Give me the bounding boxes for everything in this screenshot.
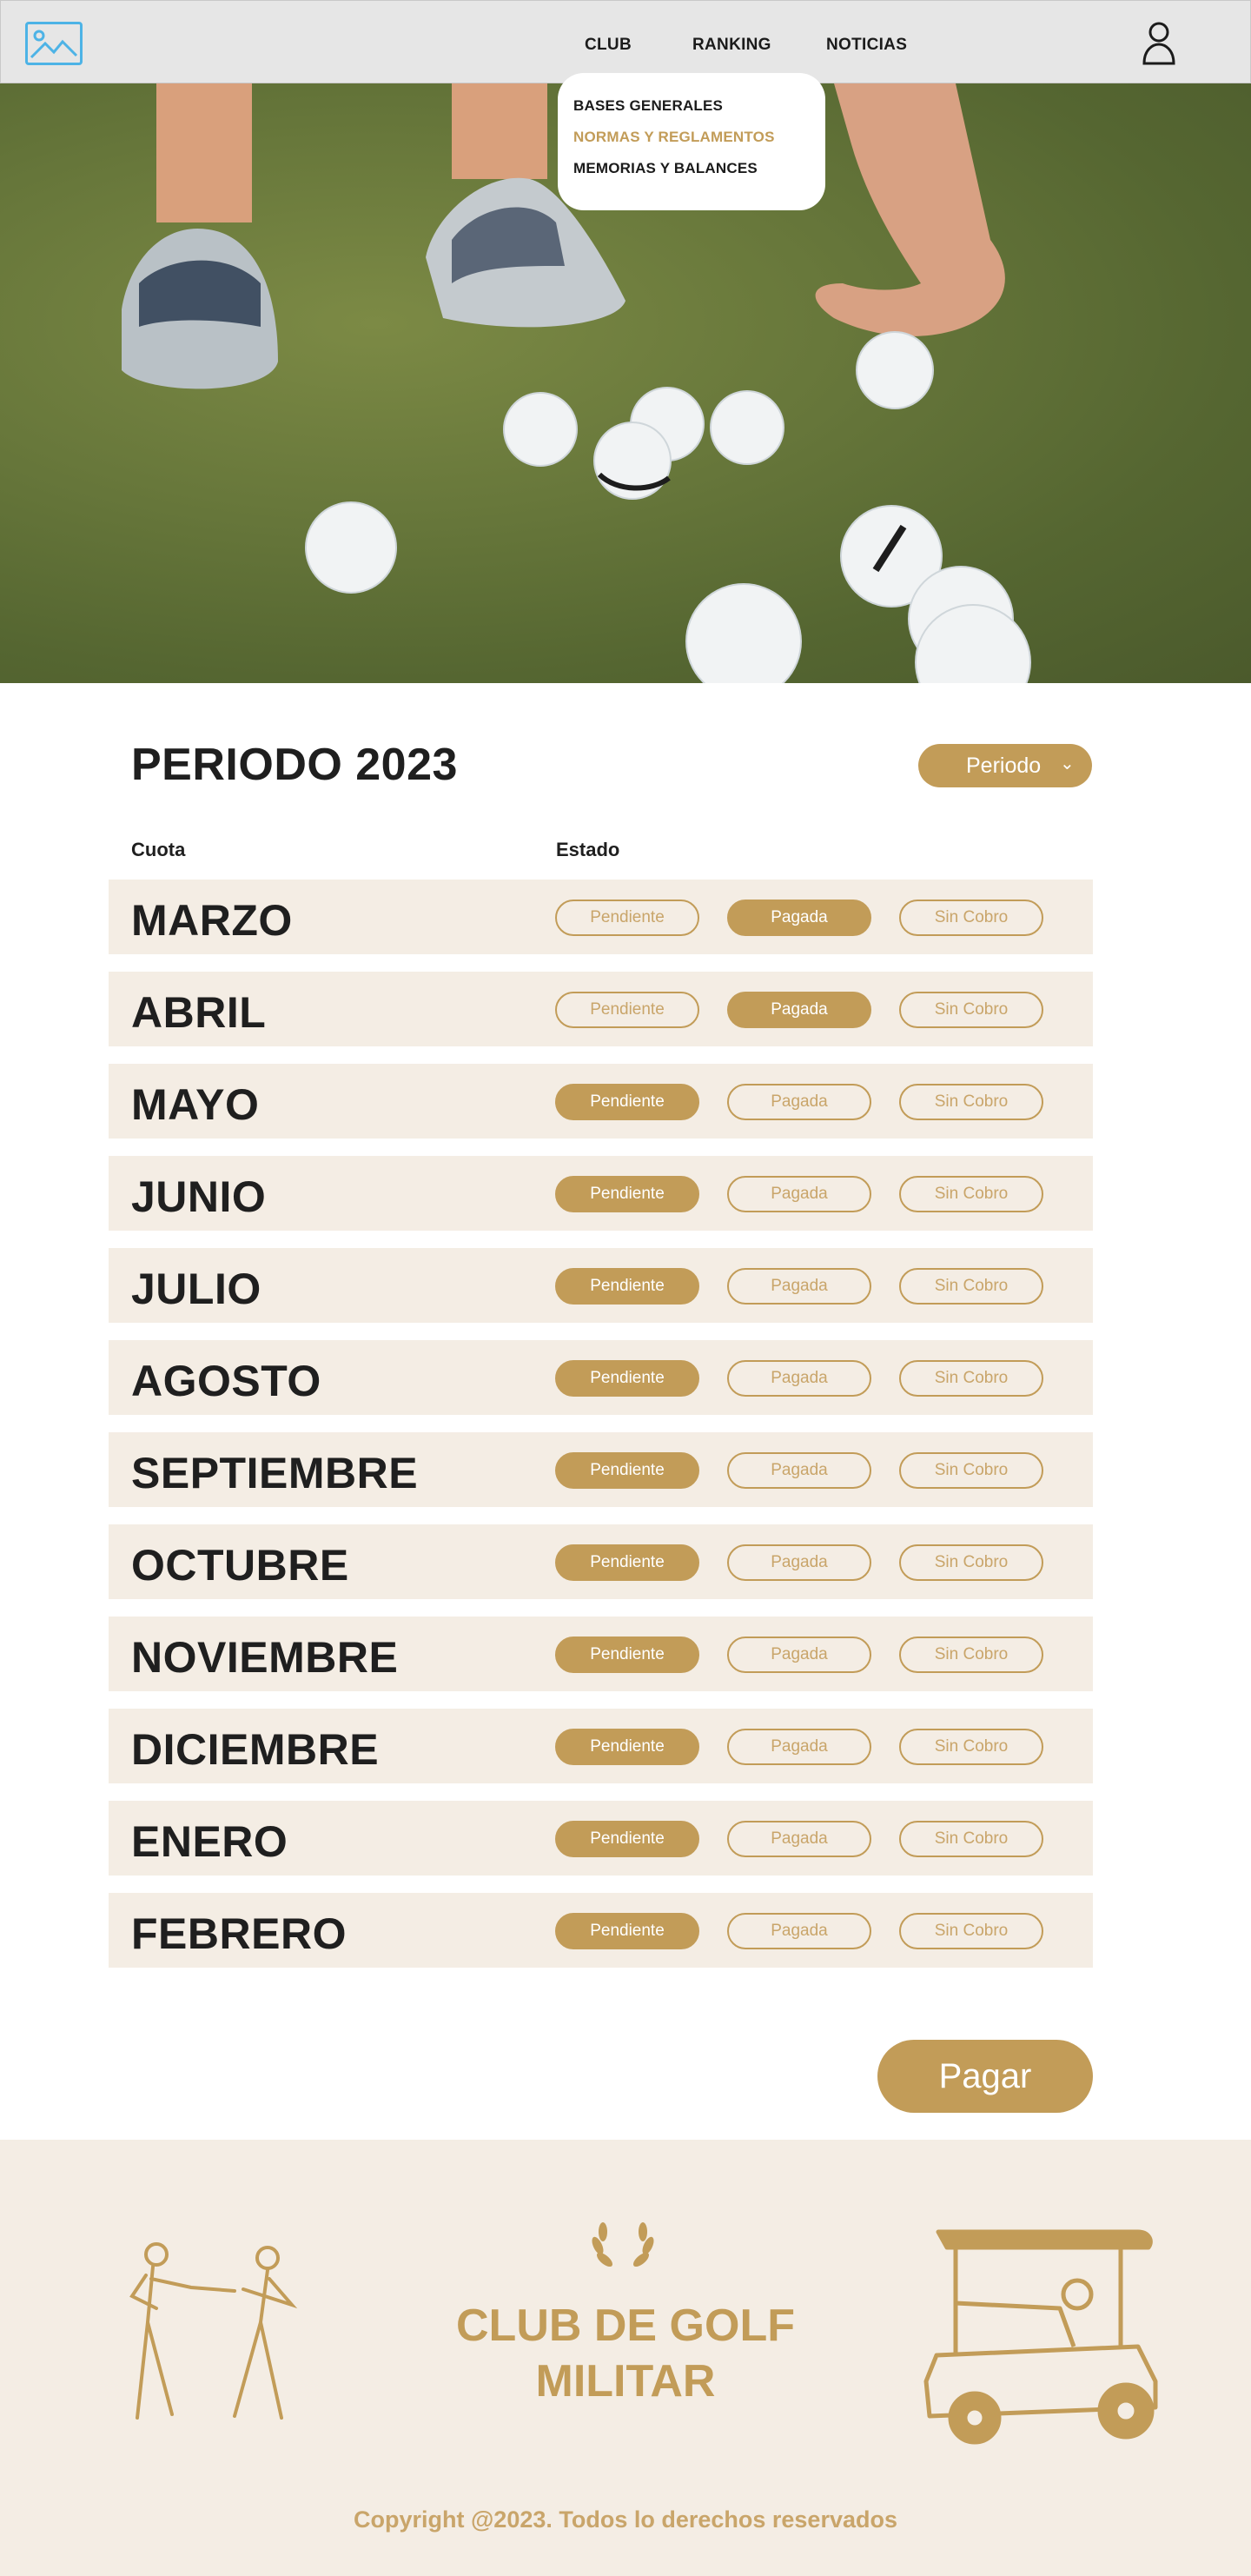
status-pendiente-button[interactable]: Pendiente — [555, 1268, 699, 1305]
month-label: DICIEMBRE — [131, 1725, 380, 1774]
menu-item-bases-generales[interactable]: BASES GENERALES — [573, 97, 723, 115]
status-sin-cobro-button[interactable]: Sin Cobro — [899, 1084, 1043, 1120]
status-pagada-button[interactable]: Pagada — [727, 1084, 871, 1120]
status-sin-cobro-button[interactable]: Sin Cobro — [899, 1821, 1043, 1857]
status-pagada-button[interactable]: Pagada — [727, 992, 871, 1028]
status-sin-cobro-button[interactable]: Sin Cobro — [899, 1913, 1043, 1949]
month-label: JUNIO — [131, 1172, 267, 1221]
brand-line-1: CLUB DE GOLF — [456, 2300, 795, 2351]
copyright-text: Copyright @2023. Todos lo derechos reser… — [353, 2506, 897, 2533]
status-pendiente-button[interactable]: Pendiente — [555, 900, 699, 936]
status-pagada-button[interactable]: Pagada — [727, 1729, 871, 1765]
top-navbar: CLUB RANKING NOTICIAS — [0, 0, 1251, 83]
status-sin-cobro-button[interactable]: Sin Cobro — [899, 1729, 1043, 1765]
menu-item-memorias-balances[interactable]: MEMORIAS Y BALANCES — [573, 160, 758, 177]
month-label: AGOSTO — [131, 1357, 321, 1405]
brand-line-2: MILITAR — [535, 2356, 716, 2407]
table-row: DICIEMBRE Pendiente Pagada Sin Cobro — [109, 1709, 1093, 1783]
month-label: FEBRERO — [131, 1909, 347, 1958]
golf-cart-illustration — [923, 2229, 1158, 2445]
table-row: OCTUBRE Pendiente Pagada Sin Cobro — [109, 1524, 1093, 1599]
table-row: ABRIL Pendiente Pagada Sin Cobro — [109, 972, 1093, 1046]
status-sin-cobro-button[interactable]: Sin Cobro — [899, 900, 1043, 936]
status-pagada-button[interactable]: Pagada — [727, 1360, 871, 1397]
status-pagada-button[interactable]: Pagada — [727, 1637, 871, 1673]
period-select-label: Periodo — [966, 754, 1042, 778]
status-sin-cobro-button[interactable]: Sin Cobro — [899, 992, 1043, 1028]
month-label: JULIO — [131, 1265, 261, 1313]
table-row: JUNIO Pendiente Pagada Sin Cobro — [109, 1156, 1093, 1231]
table-row: SEPTIEMBRE Pendiente Pagada Sin Cobro — [109, 1432, 1093, 1507]
status-pendiente-button[interactable]: Pendiente — [555, 1729, 699, 1765]
status-pagada-button[interactable]: Pagada — [727, 1176, 871, 1212]
status-pendiente-button[interactable]: Pendiente — [555, 1452, 699, 1489]
golfers-illustration — [129, 2242, 298, 2420]
table-row: ENERO Pendiente Pagada Sin Cobro — [109, 1801, 1093, 1876]
chevron-down-icon: ⌄ — [1060, 754, 1075, 773]
status-sin-cobro-button[interactable]: Sin Cobro — [899, 1544, 1043, 1581]
status-pagada-button[interactable]: Pagada — [727, 1544, 871, 1581]
status-sin-cobro-button[interactable]: Sin Cobro — [899, 1452, 1043, 1489]
month-label: NOVIEMBRE — [131, 1633, 399, 1682]
month-label: MAYO — [131, 1080, 260, 1129]
column-header-estado: Estado — [556, 839, 620, 860]
status-pendiente-button[interactable]: Pendiente — [555, 1360, 699, 1397]
status-sin-cobro-button[interactable]: Sin Cobro — [899, 1176, 1043, 1212]
status-pendiente-button[interactable]: Pendiente — [555, 1637, 699, 1673]
table-row: NOVIEMBRE Pendiente Pagada Sin Cobro — [109, 1617, 1093, 1691]
status-pagada-button[interactable]: Pagada — [727, 1452, 871, 1489]
status-pagada-button[interactable]: Pagada — [727, 900, 871, 936]
status-sin-cobro-button[interactable]: Sin Cobro — [899, 1268, 1043, 1305]
status-sin-cobro-button[interactable]: Sin Cobro — [899, 1637, 1043, 1673]
status-pendiente-button[interactable]: Pendiente — [555, 1821, 699, 1857]
month-label: OCTUBRE — [131, 1541, 349, 1590]
status-pagada-button[interactable]: Pagada — [727, 1821, 871, 1857]
month-label: MARZO — [131, 896, 293, 945]
nav-ranking[interactable]: RANKING — [692, 36, 771, 55]
month-label: ENERO — [131, 1817, 288, 1866]
table-row: FEBRERO Pendiente Pagada Sin Cobro — [109, 1893, 1093, 1968]
status-pendiente-button[interactable]: Pendiente — [555, 1913, 699, 1949]
month-label: SEPTIEMBRE — [131, 1449, 419, 1497]
pay-button[interactable]: Pagar — [877, 2040, 1093, 2113]
footer: CLUB DE GOLF MILITAR Copyright @2023. To… — [0, 2140, 1251, 2576]
column-header-cuota: Cuota — [131, 839, 186, 860]
status-pendiente-button[interactable]: Pendiente — [555, 1084, 699, 1120]
table-row: MARZO Pendiente Pagada Sin Cobro — [109, 880, 1093, 954]
nav-club[interactable]: CLUB — [585, 36, 632, 55]
table-row: AGOSTO Pendiente Pagada Sin Cobro — [109, 1340, 1093, 1415]
status-pendiente-button[interactable]: Pendiente — [555, 1544, 699, 1581]
status-pendiente-button[interactable]: Pendiente — [555, 992, 699, 1028]
status-pendiente-button[interactable]: Pendiente — [555, 1176, 699, 1212]
status-pagada-button[interactable]: Pagada — [727, 1913, 871, 1949]
month-label: ABRIL — [131, 988, 267, 1037]
club-brand-name: CLUB DE GOLF MILITAR — [417, 2298, 834, 2409]
user-icon[interactable] — [1141, 22, 1177, 65]
image-placeholder-icon[interactable] — [25, 22, 83, 65]
status-sin-cobro-button[interactable]: Sin Cobro — [899, 1360, 1043, 1397]
nav-news[interactable]: NOTICIAS — [826, 36, 907, 55]
table-row: MAYO Pendiente Pagada Sin Cobro — [109, 1064, 1093, 1139]
laurel-icon — [592, 2222, 654, 2267]
status-pagada-button[interactable]: Pagada — [727, 1268, 871, 1305]
club-dropdown-menu: BASES GENERALES NORMAS Y REGLAMENTOS MEM… — [558, 73, 825, 210]
page-title: PERIODO 2023 — [131, 740, 458, 790]
menu-item-normas-reglamentos[interactable]: NORMAS Y REGLAMENTOS — [573, 129, 775, 146]
period-select[interactable]: Periodo ⌄ — [918, 744, 1092, 787]
table-row: JULIO Pendiente Pagada Sin Cobro — [109, 1248, 1093, 1323]
